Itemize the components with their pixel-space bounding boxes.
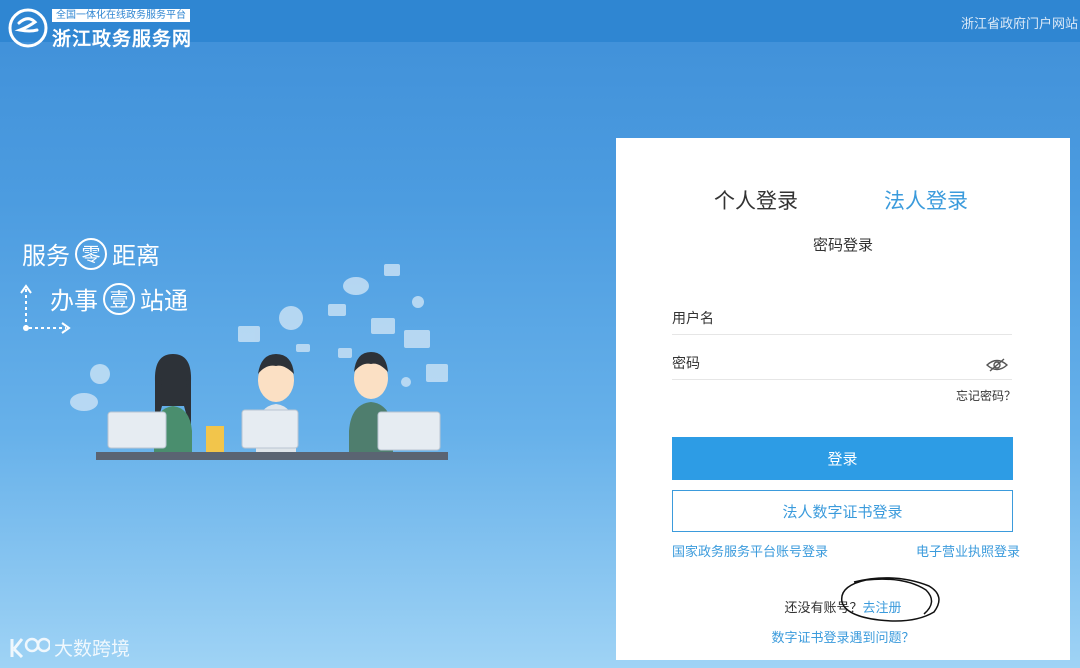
register-link[interactable]: 去注册 xyxy=(863,601,902,616)
certificate-problem-link[interactable]: 数字证书登录遇到问题？ xyxy=(616,627,1070,646)
forgot-password-link[interactable]: 忘记密码？ xyxy=(956,387,1016,404)
top-bar: 全国一体化在线政务服务平台 浙江政务服务网 浙江省政府门户网站 xyxy=(0,0,1080,50)
national-platform-login-link[interactable]: 国家政务服务平台账号登录 xyxy=(672,541,828,560)
watermark-logo-icon xyxy=(10,637,50,658)
tab-legal-entity-login[interactable]: 法人登录 xyxy=(884,185,968,215)
login-panel: 个人登录 法人登录 密码登录 忘记密码？ 登录 法人数字证书登录 国家政务服务平… xyxy=(616,138,1070,660)
password-input[interactable] xyxy=(672,349,1012,380)
login-button[interactable]: 登录 xyxy=(672,437,1013,480)
register-row: 还没有账号？去注册 xyxy=(616,597,1070,616)
tab-personal-login[interactable]: 个人登录 xyxy=(714,185,798,215)
platform-tagline: 全国一体化在线政务服务平台 xyxy=(52,9,190,22)
site-name[interactable]: 浙江政务服务网 xyxy=(52,24,192,51)
legal-certificate-login-button[interactable]: 法人数字证书登录 xyxy=(672,490,1013,532)
username-input[interactable] xyxy=(672,304,1012,335)
business-license-login-link[interactable]: 电子营业执照登录 xyxy=(916,541,1020,560)
no-account-text: 还没有账号？ xyxy=(784,601,863,616)
slogan1-before: 服务 xyxy=(22,242,70,270)
site-logo-icon[interactable] xyxy=(6,6,50,50)
watermark: 大数跨境 xyxy=(8,634,130,661)
government-portal-link[interactable]: 浙江省政府门户网站 xyxy=(961,13,1078,32)
watermark-text: 大数跨境 xyxy=(54,638,131,660)
hide-password-eye-icon[interactable] xyxy=(986,357,1008,373)
login-method-title: 密码登录 xyxy=(812,236,873,254)
customer-service-illustration xyxy=(70,264,448,460)
